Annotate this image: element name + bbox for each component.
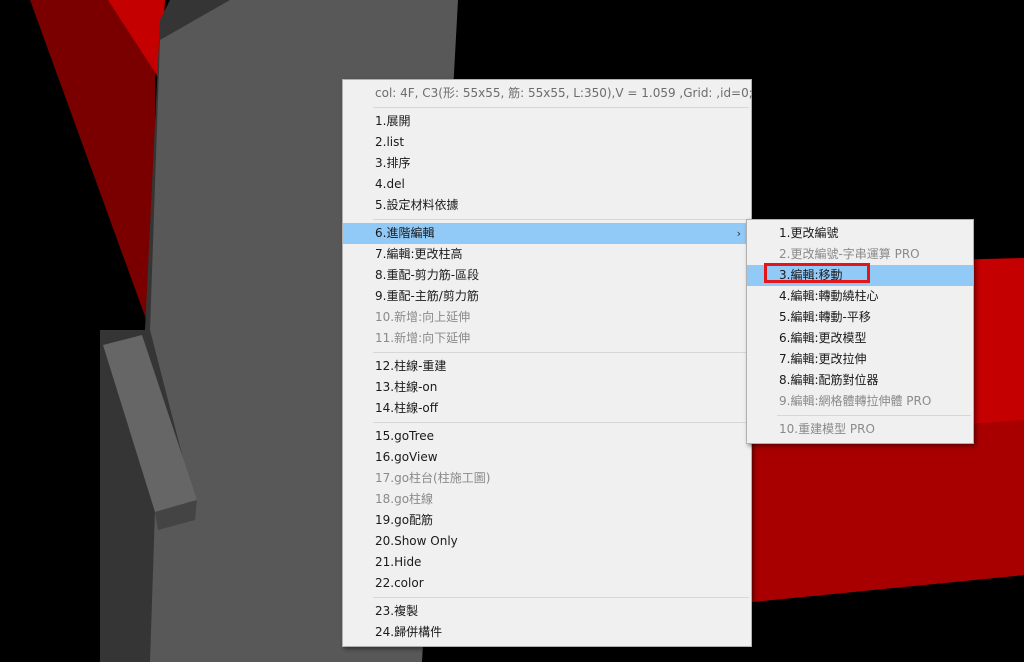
submenu-item-rename[interactable]: 1.更改編號: [747, 223, 973, 244]
menu-item-list[interactable]: 2.list: [343, 132, 751, 153]
menu-item-copy[interactable]: 23.複製: [343, 601, 751, 622]
submenu-item-rebar-aligner[interactable]: 8.編輯:配筋對位器: [747, 370, 973, 391]
red-slab-right-shade: [752, 420, 1024, 602]
menu-item-column-line-off[interactable]: 14.柱線-off: [343, 398, 751, 419]
submenu-item-rotate-translate[interactable]: 5.編輯:轉動-平移: [747, 307, 973, 328]
menu-item-column-line-on[interactable]: 13.柱線-on: [343, 377, 751, 398]
menu-item-expand[interactable]: 1.展開: [343, 111, 751, 132]
menu-item-go-column-line: 18.go柱線: [375, 492, 434, 506]
menu-separator: [373, 107, 749, 108]
menu-item-show-only[interactable]: 20.Show Only: [343, 531, 751, 552]
submenu-item-change-extrude[interactable]: 7.編輯:更改拉伸: [747, 349, 973, 370]
menu-item-edit-height[interactable]: 7.編輯:更改柱高: [343, 244, 751, 265]
menu-item-merge[interactable]: 24.歸併構件: [343, 622, 751, 643]
menu-item-sort[interactable]: 3.排序: [343, 153, 751, 174]
submenu-item-change-model[interactable]: 6.編輯:更改模型: [747, 328, 973, 349]
context-menu: col: 4F, C3(形: 55x55, 筋: 55x55, L:350),V…: [342, 79, 753, 647]
menu-item-advanced-edit[interactable]: 6.進階編輯 ›: [343, 223, 751, 244]
menu-separator: [777, 415, 971, 416]
menu-item-goview[interactable]: 16.goView: [343, 447, 751, 468]
menu-item-color[interactable]: 22.color: [343, 573, 751, 594]
menu-item-go-footing: 17.go柱台(柱施工圖): [375, 471, 491, 485]
menu-separator: [373, 219, 749, 220]
menu-separator: [373, 597, 749, 598]
submenu-item-rebuild-model: 10.重建模型 PRO: [779, 422, 875, 436]
menu-item-go-rebar[interactable]: 19.go配筋: [343, 510, 751, 531]
menu-item-hide[interactable]: 21.Hide: [343, 552, 751, 573]
menu-separator: [373, 422, 749, 423]
menu-item-extend-down: 11.新增:向下延伸: [375, 331, 471, 345]
menu-item-rebar-shear-zone[interactable]: 8.重配-剪力筋-區段: [343, 265, 751, 286]
annotation-highlight-box: [764, 263, 870, 283]
menu-item-rebar-main-shear[interactable]: 9.重配-主筋/剪力筋: [343, 286, 751, 307]
menu-item-label: 6.進階編輯: [375, 226, 435, 240]
submenu-item-rotate-center[interactable]: 4.編輯:轉動繞柱心: [747, 286, 973, 307]
menu-item-extend-up: 10.新增:向上延伸: [375, 310, 471, 324]
menu-item-gotree[interactable]: 15.goTree: [343, 426, 751, 447]
menu-info-line: col: 4F, C3(形: 55x55, 筋: 55x55, L:350),V…: [375, 86, 753, 100]
menu-item-del[interactable]: 4.del: [343, 174, 751, 195]
advanced-edit-submenu: 1.更改編號 2.更改編號-字串運算 PRO 3.編輯:移動 4.編輯:轉動繞柱…: [746, 219, 974, 444]
menu-item-material[interactable]: 5.設定材料依據: [343, 195, 751, 216]
menu-item-column-line-rebuild[interactable]: 12.柱線-重建: [343, 356, 751, 377]
submenu-item-rename-string: 2.更改編號-字串運算 PRO: [779, 247, 920, 261]
submenu-item-mesh-to-extrude: 9.編輯:網格體轉拉伸體 PRO: [779, 394, 932, 408]
menu-separator: [373, 352, 749, 353]
chevron-right-icon: ›: [736, 227, 741, 240]
